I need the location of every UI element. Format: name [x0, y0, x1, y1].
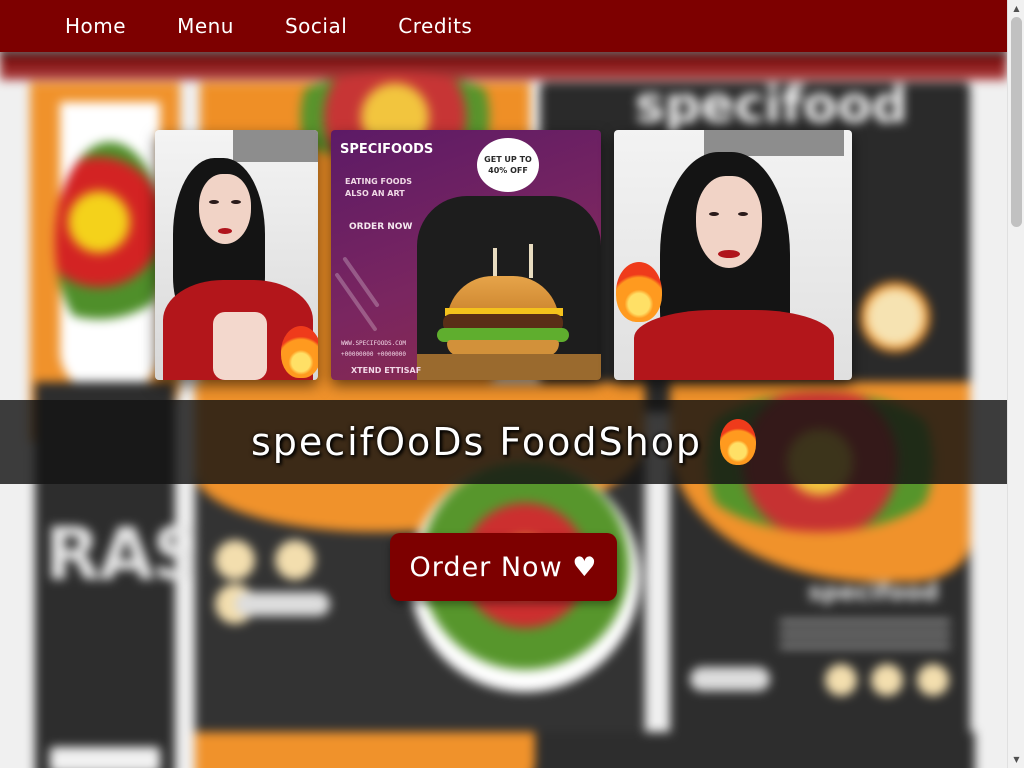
- nav-credits-link[interactable]: Credits: [398, 14, 472, 38]
- poster-title: SPECIFOODS: [340, 142, 434, 157]
- fire-icon: [616, 262, 662, 322]
- hero-title-band: specifOoDs FoodShop: [0, 400, 1007, 484]
- nav-social-link[interactable]: Social: [285, 14, 347, 38]
- burger-image: [417, 196, 601, 380]
- nav-home-link[interactable]: Home: [65, 14, 126, 38]
- order-now-button[interactable]: Order Now ♥: [390, 533, 617, 601]
- fire-icon: [720, 419, 757, 465]
- image-gallery: SPECIFOODS EATING FOODS ALSO AN ART ORDE…: [155, 130, 852, 380]
- poster-brand: XTEND ETTISAF: [351, 366, 422, 375]
- hero-title: specifOoDs FoodShop: [250, 420, 703, 464]
- gallery-image-burger-poster[interactable]: SPECIFOODS EATING FOODS ALSO AN ART ORDE…: [331, 130, 601, 380]
- poster-order-text: ORDER NOW: [349, 222, 413, 232]
- poster-discount-badge: GET UP TO 40% OFF: [477, 138, 539, 192]
- gallery-image-girl-2[interactable]: [614, 130, 852, 380]
- scroll-down-arrow-icon[interactable]: ▼: [1008, 751, 1024, 768]
- background-brand-word-small: specifood: [808, 578, 939, 606]
- scrollbar-thumb[interactable]: [1011, 17, 1022, 227]
- background-brand-word: specifood: [635, 76, 908, 134]
- vertical-scrollbar[interactable]: ▲ ▼: [1007, 0, 1024, 768]
- nav-menu-link[interactable]: Menu: [177, 14, 234, 38]
- scroll-up-arrow-icon[interactable]: ▲: [1008, 0, 1024, 17]
- gallery-image-girl-1[interactable]: [155, 130, 318, 380]
- poster-contact-lines: WWW.SPECIFOODS.COM +00000000 +0000000: [341, 340, 407, 358]
- top-navbar: Home Menu Social Credits: [0, 0, 1007, 52]
- background-side-word: RAS: [45, 512, 204, 596]
- poster-tagline: EATING FOODS ALSO AN ART: [345, 177, 412, 198]
- fire-icon: [281, 326, 318, 378]
